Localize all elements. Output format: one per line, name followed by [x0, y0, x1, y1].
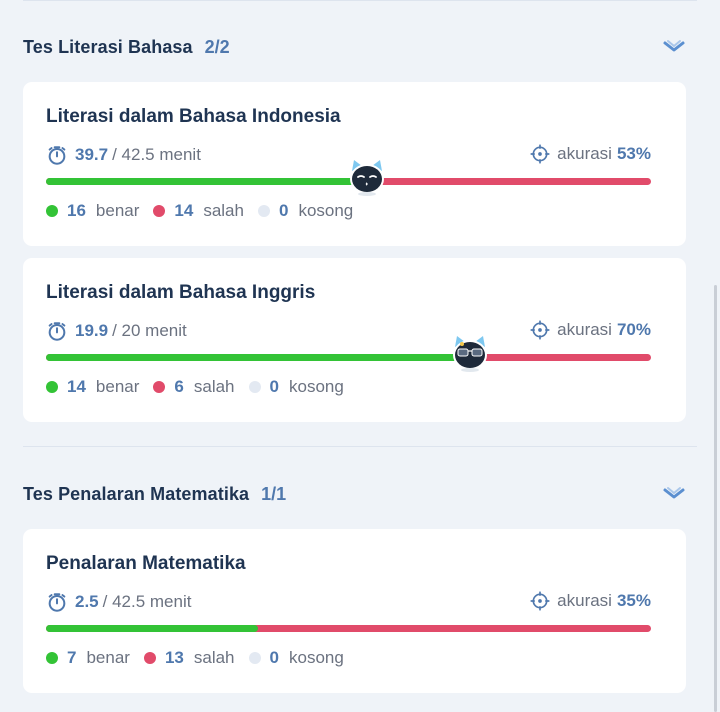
- accuracy-info: akurasi 35%: [530, 591, 651, 611]
- empty-count: 0: [269, 377, 279, 396]
- time-info: 2.5 / 42.5 menit: [46, 591, 191, 613]
- progress-bar: [46, 625, 651, 632]
- wrong-count: 13: [164, 648, 184, 667]
- card-title: Literasi dalam Bahasa Inggris: [46, 282, 316, 303]
- time-used: 19.9: [75, 321, 109, 340]
- target-icon: [530, 320, 550, 340]
- empty-dot-icon: [248, 652, 261, 664]
- progress-bar: [46, 160, 651, 196]
- empty-label: kosong: [288, 648, 344, 667]
- accuracy-label: akurasi: [557, 144, 612, 163]
- accuracy-value: 70%: [616, 320, 651, 339]
- chevron-down-icon[interactable]: [662, 34, 686, 58]
- accuracy-label: akurasi: [557, 320, 612, 339]
- accuracy-info: akurasi 53%: [530, 144, 651, 164]
- wrong-label: salah: [193, 648, 235, 667]
- wrong-count: 14: [174, 201, 194, 220]
- progress-fill: [46, 178, 367, 185]
- card-title: Literasi dalam Bahasa Indonesia: [46, 106, 341, 127]
- target-icon: [530, 144, 550, 164]
- subtest-card-matematika[interactable]: Penalaran Matematika 2.5 / 42.5 menit ak…: [23, 529, 686, 693]
- correct-dot-icon: [46, 381, 58, 393]
- subtest-card-inggris[interactable]: Literasi dalam Bahasa Inggris 19.9 / 20 …: [23, 258, 686, 422]
- time-info: 19.9 / 20 menit: [46, 320, 187, 342]
- correct-count: 16: [67, 201, 86, 220]
- correct-label: benar: [86, 648, 130, 667]
- accuracy-info: akurasi 70%: [530, 320, 651, 340]
- wrong-dot-icon: [143, 652, 156, 664]
- correct-dot-icon: [46, 205, 58, 217]
- correct-label: benar: [95, 377, 140, 396]
- time-total: / 42.5 menit: [112, 145, 201, 164]
- progress-bar: [46, 336, 651, 372]
- accuracy-label: akurasi: [557, 591, 612, 610]
- card-title: Penalaran Matematika: [46, 553, 246, 574]
- chevron-down-icon[interactable]: [662, 481, 686, 505]
- empty-dot-icon: [257, 205, 270, 217]
- correct-label: benar: [95, 201, 140, 220]
- empty-dot-icon: [248, 381, 261, 393]
- wrong-count: 6: [174, 377, 184, 396]
- time-used: 2.5: [75, 592, 99, 611]
- time-total: / 42.5 menit: [102, 592, 192, 611]
- correct-count: 7: [67, 648, 77, 667]
- target-icon: [530, 591, 550, 611]
- stopwatch-icon: [48, 593, 66, 612]
- sleepy-cat-icon: [349, 160, 384, 196]
- answer-legend: 14 benar 6 salah 0 kosong: [46, 377, 358, 397]
- wrong-dot-icon: [153, 381, 166, 393]
- section-divider: [23, 446, 697, 447]
- section-count: 2/2: [204, 36, 230, 57]
- top-divider: [23, 0, 697, 1]
- empty-count: 0: [278, 201, 289, 220]
- wrong-label: salah: [203, 201, 244, 220]
- answer-legend: 16 benar 14 salah 0 kosong: [46, 201, 367, 221]
- accuracy-value: 53%: [616, 144, 651, 163]
- section-header-literasi[interactable]: Tes Literasi Bahasa 2/2: [23, 32, 686, 62]
- answer-legend: 7 benar 13 salah 0 kosong: [46, 648, 358, 668]
- accuracy-value: 35%: [616, 591, 651, 610]
- time-total: / 20 menit: [112, 321, 187, 340]
- section-title: Tes Literasi Bahasa: [23, 36, 193, 57]
- empty-label: kosong: [288, 377, 344, 396]
- correct-dot-icon: [46, 652, 58, 664]
- stopwatch-icon: [48, 146, 66, 165]
- wrong-label: salah: [193, 377, 235, 396]
- sunglasses-cat-icon: [452, 336, 487, 372]
- wrong-dot-icon: [153, 205, 166, 217]
- section-title: Tes Penalaran Matematika: [23, 483, 250, 504]
- correct-count: 14: [67, 377, 86, 396]
- empty-label: kosong: [298, 201, 354, 220]
- stopwatch-icon: [48, 322, 66, 341]
- scrollbar[interactable]: [714, 285, 717, 712]
- time-info: 39.7 / 42.5 menit: [46, 144, 201, 166]
- empty-count: 0: [269, 648, 279, 667]
- subtest-card-indonesia[interactable]: Literasi dalam Bahasa Indonesia 39.7 / 4…: [23, 82, 686, 246]
- progress-fill: [46, 625, 258, 632]
- progress-fill: [46, 354, 470, 361]
- time-used: 39.7: [75, 145, 109, 164]
- section-header-matematika[interactable]: Tes Penalaran Matematika 1/1: [23, 479, 686, 509]
- section-count: 1/1: [261, 483, 287, 504]
